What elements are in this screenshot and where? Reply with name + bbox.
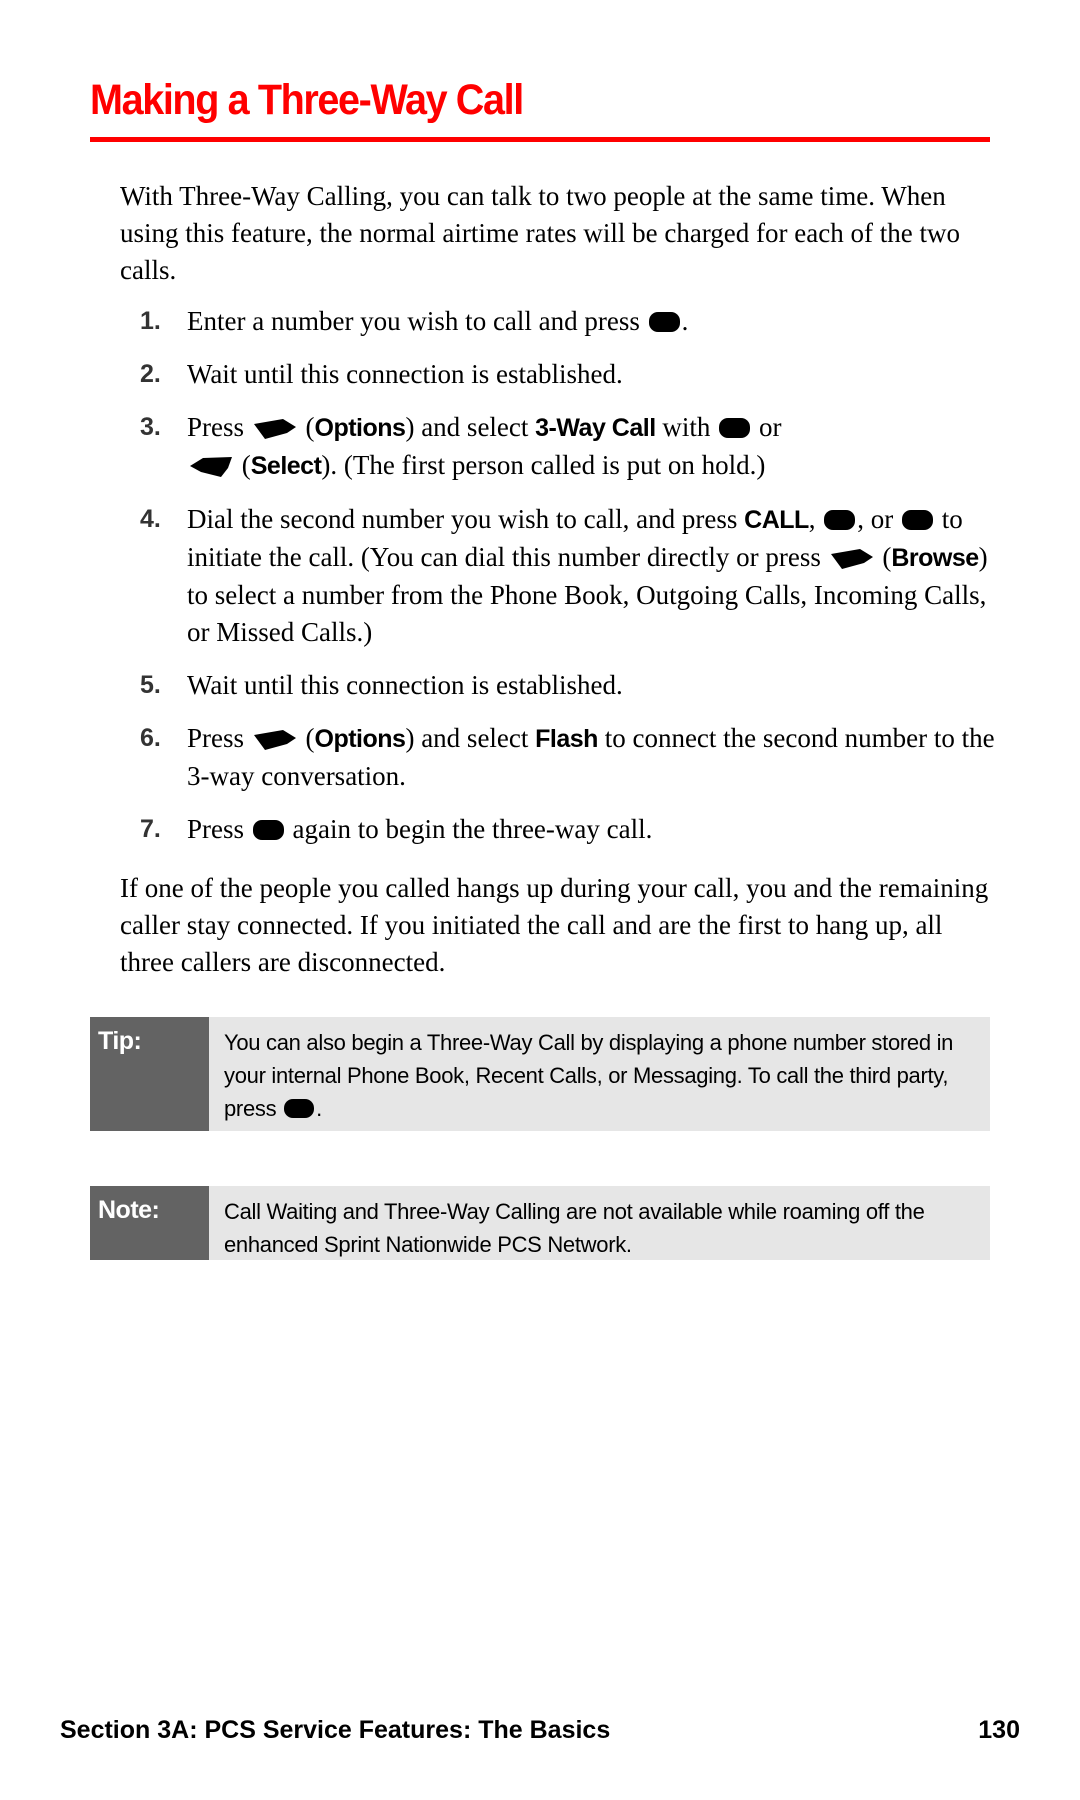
talk-key-icon xyxy=(902,510,934,530)
step-3: 3. Press (Options) and select 3-Way Call… xyxy=(140,409,1000,485)
outro-paragraph: If one of the people you called hangs up… xyxy=(120,873,989,977)
intro-paragraph: With Three-Way Calling, you can talk to … xyxy=(120,181,960,285)
step-6: 6. Press (Options) and select Flash to c… xyxy=(140,720,1000,795)
step-2: 2. Wait until this connection is establi… xyxy=(140,356,1000,393)
tip-box: Tip: You can also begin a Three-Way Call… xyxy=(90,1017,990,1131)
step-text: and select xyxy=(421,723,529,753)
step-number: 4. xyxy=(140,505,161,533)
talk-key-icon xyxy=(284,1099,315,1118)
step-7: 7. Press again to begin the three-way ca… xyxy=(140,811,1000,848)
step-number: 3. xyxy=(140,413,161,441)
note-box: Note: Call Waiting and Three-Way Calling… xyxy=(90,1186,990,1260)
step-text: Dial the second number you wish to call,… xyxy=(187,504,738,534)
step-number: 6. xyxy=(140,724,161,752)
step-number: 1. xyxy=(140,307,161,335)
title-underline xyxy=(90,137,990,142)
step-text: Press xyxy=(187,412,245,442)
step-text: Wait until this connection is establishe… xyxy=(187,359,623,389)
step-text: or xyxy=(758,412,782,442)
menu-term: Flash xyxy=(535,725,598,753)
note-text: Call Waiting and Three-Way Calling are n… xyxy=(224,1199,925,1257)
step-text: . xyxy=(681,306,689,336)
footer-section-title: Section 3A: PCS Service Features: The Ba… xyxy=(60,1716,611,1744)
step-number: 2. xyxy=(140,360,161,388)
talk-key-icon xyxy=(648,312,680,332)
step-4: 4. Dial the second number you wish to ca… xyxy=(140,501,1000,651)
step-text: again to begin the three-way call. xyxy=(292,814,653,844)
step-text: with xyxy=(662,412,711,442)
talk-key-icon xyxy=(719,418,751,438)
steps-list: 1. Enter a number you wish to call and p… xyxy=(140,303,1000,864)
step-1: 1. Enter a number you wish to call and p… xyxy=(140,303,1000,340)
menu-term: Options xyxy=(314,414,406,442)
tip-label: Tip: xyxy=(90,1017,209,1131)
menu-term: Select xyxy=(250,452,322,480)
tip-text-end: . xyxy=(316,1096,322,1121)
step-number: 7. xyxy=(140,815,161,843)
step-5: 5. Wait until this connection is establi… xyxy=(140,667,1000,704)
menu-term: Browse xyxy=(891,544,979,572)
step-text: Enter a number you wish to call and pres… xyxy=(187,306,640,336)
page-footer: Section 3A: PCS Service Features: The Ba… xyxy=(60,1716,1020,1745)
menu-term: Options xyxy=(314,725,406,753)
step-text: and select xyxy=(421,412,529,442)
right-softkey-icon xyxy=(253,730,296,750)
step-text: Press xyxy=(187,723,245,753)
step-text: Press xyxy=(187,814,245,844)
key-term: CALL xyxy=(744,506,809,534)
note-label: Note: xyxy=(90,1186,209,1260)
talk-key-icon xyxy=(252,820,284,840)
right-softkey-icon xyxy=(830,549,873,569)
left-softkey-icon xyxy=(190,457,232,477)
step-text: Wait until this connection is establishe… xyxy=(187,670,623,700)
step-text: or xyxy=(870,504,894,534)
talk-key-icon xyxy=(824,510,856,530)
tip-text: You can also begin a Three-Way Call by d… xyxy=(224,1030,954,1121)
step-number: 5. xyxy=(140,671,161,699)
page-number: 130 xyxy=(978,1716,1020,1744)
menu-term: 3-Way Call xyxy=(535,414,656,442)
page-title: Making a Three-Way Call xyxy=(90,76,524,124)
step-text: . (The first person called is put on hol… xyxy=(330,450,766,480)
right-softkey-icon xyxy=(253,419,296,439)
